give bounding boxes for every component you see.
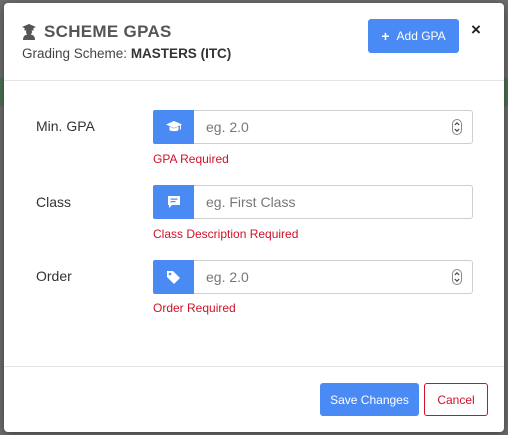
class-addon bbox=[153, 185, 194, 219]
modal-title: SCHEME GPAS bbox=[44, 22, 172, 41]
order-spinner[interactable] bbox=[448, 261, 466, 293]
add-gpa-label: Add GPA bbox=[396, 29, 446, 43]
modal-footer: Save Changes Cancel bbox=[4, 366, 504, 432]
min-gpa-addon bbox=[153, 110, 194, 144]
spinner-arrows-icon bbox=[452, 269, 462, 285]
scheme-gpas-modal: SCHEME GPAS Grading Scheme: MASTERS (ITC… bbox=[4, 3, 504, 432]
min-gpa-label: Min. GPA bbox=[36, 118, 95, 134]
user-graduate-icon bbox=[22, 24, 36, 40]
graduation-cap-icon bbox=[165, 121, 182, 132]
min-gpa-input-group bbox=[153, 110, 473, 144]
subtitle-prefix: Grading Scheme: bbox=[22, 46, 131, 61]
order-input-group bbox=[153, 260, 473, 294]
modal-subtitle: Grading Scheme: MASTERS (ITC) bbox=[22, 46, 231, 61]
add-gpa-button[interactable]: + Add GPA bbox=[368, 19, 459, 53]
order-input[interactable] bbox=[194, 261, 448, 293]
min-gpa-spinner[interactable] bbox=[448, 111, 466, 143]
close-icon[interactable]: × bbox=[471, 21, 481, 38]
order-addon bbox=[153, 260, 194, 294]
modal-header: SCHEME GPAS Grading Scheme: MASTERS (ITC… bbox=[4, 3, 504, 81]
tag-icon bbox=[167, 270, 180, 284]
plus-icon: + bbox=[381, 28, 390, 44]
order-label: Order bbox=[36, 268, 72, 284]
class-input[interactable] bbox=[194, 186, 472, 218]
modal-title-row: SCHEME GPAS bbox=[22, 22, 172, 42]
class-input-group bbox=[153, 185, 473, 219]
class-error: Class Description Required bbox=[153, 227, 299, 241]
class-label: Class bbox=[36, 194, 72, 210]
spinner-arrows-icon bbox=[452, 119, 462, 135]
min-gpa-error: GPA Required bbox=[153, 152, 229, 166]
grading-scheme-name: MASTERS (ITC) bbox=[130, 46, 232, 61]
cancel-button[interactable]: Cancel bbox=[424, 383, 488, 416]
min-gpa-input[interactable] bbox=[194, 111, 448, 143]
comment-icon bbox=[167, 196, 180, 208]
save-changes-button[interactable]: Save Changes bbox=[320, 383, 419, 416]
order-error: Order Required bbox=[153, 301, 236, 315]
